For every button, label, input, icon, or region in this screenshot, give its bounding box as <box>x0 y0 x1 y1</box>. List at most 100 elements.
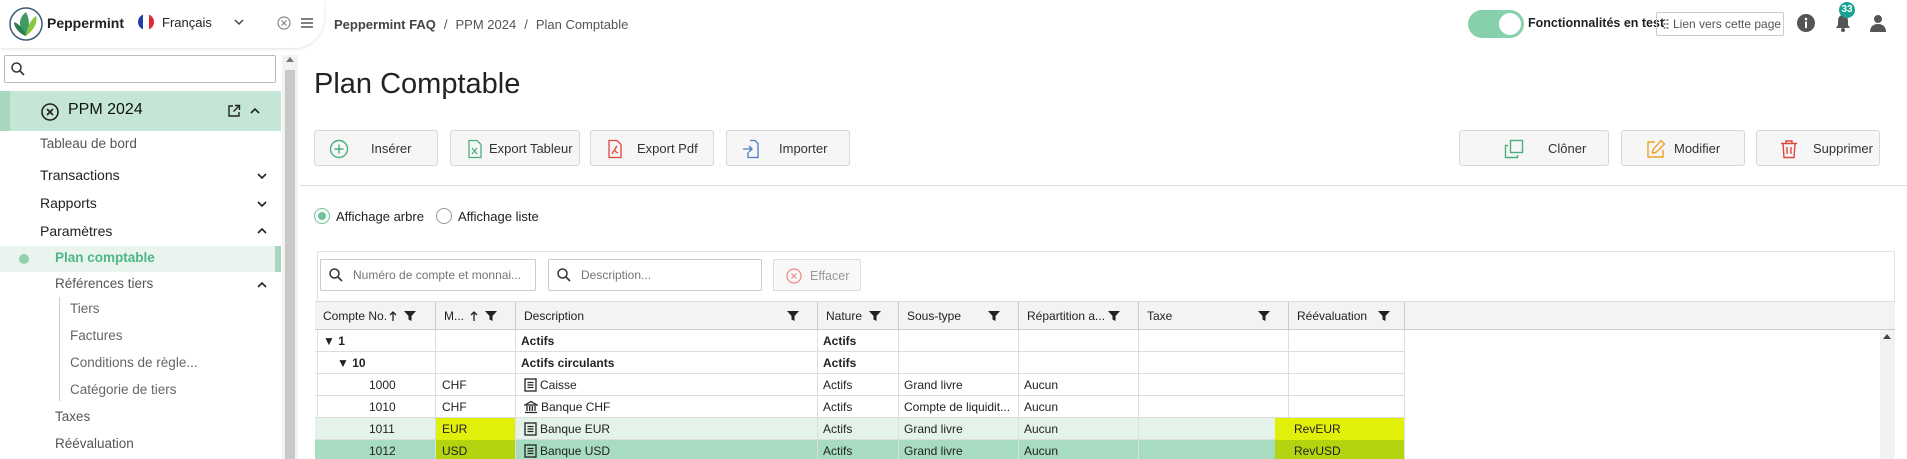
list-view-label[interactable]: Affichage liste <box>458 209 539 224</box>
currency-cell <box>436 330 516 352</box>
filter-icon[interactable] <box>403 310 417 322</box>
chevron-down-icon[interactable] <box>256 198 268 210</box>
sidebar-item-reports[interactable]: Rapports <box>40 195 97 211</box>
chevron-up-icon[interactable] <box>256 225 268 237</box>
grid-scrollbar[interactable] <box>1880 330 1895 459</box>
sidebar-item-transactions[interactable]: Transactions <box>40 167 120 183</box>
sidebar-scrollbar[interactable] <box>282 55 298 459</box>
sidebar-item-chart-of-accounts[interactable]: Plan comptable <box>55 250 155 265</box>
filter-icon[interactable] <box>987 310 1001 322</box>
filter-icon[interactable] <box>868 310 882 322</box>
delete-label: Supprimer <box>1813 141 1873 156</box>
description-filter[interactable] <box>548 259 762 291</box>
expand-arrow-icon[interactable]: ▼ <box>323 334 335 348</box>
column-header-tax[interactable]: Taxe <box>1139 302 1289 330</box>
sidebar-item-third-parties[interactable]: Tiers <box>70 301 100 316</box>
account-cell: 1010 <box>315 396 436 418</box>
sidebar-item-taxes[interactable]: Taxes <box>55 409 90 424</box>
feature-toggle[interactable] <box>1468 10 1524 38</box>
import-label: Importer <box>779 141 828 156</box>
table-row[interactable]: 1011 EUR Banque EUR Actifs Grand livre A… <box>315 418 1405 440</box>
modify-button[interactable]: Modifier <box>1621 130 1745 166</box>
revaluation-cell: RevEUR <box>1275 418 1405 440</box>
scrollbar-thumb[interactable] <box>285 70 295 459</box>
tax-cell <box>1139 396 1289 418</box>
filter-icon[interactable] <box>484 310 498 322</box>
account-filter-input[interactable] <box>353 264 531 286</box>
delete-button[interactable]: Supprimer <box>1756 130 1880 166</box>
sidebar-item-invoices[interactable]: Factures <box>70 328 123 343</box>
chevron-down-icon <box>234 19 244 26</box>
sidebar-item-revaluation[interactable]: Réévaluation <box>55 436 134 451</box>
tree-view-radio[interactable] <box>314 208 330 224</box>
close-circle-icon[interactable] <box>276 15 292 31</box>
page-title: Plan Comptable <box>314 68 521 100</box>
column-header-currency[interactable]: M... <box>436 302 516 330</box>
export-pdf-button[interactable]: Export Pdf <box>590 130 714 166</box>
app-header: Peppermint Français <box>0 0 324 48</box>
sidebar-item-third-party-category[interactable]: Catégorie de tiers <box>70 382 177 397</box>
column-header-allocation[interactable]: Répartition a... <box>1019 302 1139 330</box>
table-row[interactable]: ▼ 10 Actifs circulants Actifs <box>315 352 1405 374</box>
edit-icon <box>1647 139 1666 158</box>
sidebar-item-third-party-refs[interactable]: Références tiers <box>55 276 153 291</box>
sort-up-icon[interactable] <box>470 310 478 322</box>
bank-icon <box>524 400 538 414</box>
nature-cell: Actifs <box>818 418 899 440</box>
column-header-description[interactable]: Description <box>516 302 818 330</box>
filter-icon[interactable] <box>1377 310 1391 322</box>
breadcrumb-item[interactable]: Peppermint FAQ <box>334 17 436 32</box>
currency-cell: EUR <box>436 418 516 440</box>
description-filter-input[interactable] <box>581 264 757 286</box>
sidebar-item-payment-terms[interactable]: Conditions de règle... <box>70 355 198 370</box>
chevron-up-icon[interactable] <box>249 105 261 117</box>
expand-arrow-icon[interactable]: ▼ <box>337 356 349 370</box>
allocation-cell: Aucun <box>1019 374 1139 396</box>
tax-cell <box>1139 352 1289 374</box>
breadcrumb-separator: / <box>443 17 448 32</box>
table-row[interactable]: ▼ 1 Actifs Actifs <box>315 330 1405 352</box>
table-row-selected[interactable]: 1012 USD Banque USD Actifs Grand livre A… <box>315 440 1405 459</box>
tree-view-label[interactable]: Affichage arbre <box>336 209 424 224</box>
info-icon[interactable] <box>1796 13 1816 33</box>
menu-icon[interactable] <box>299 15 315 31</box>
column-header-nature[interactable]: Nature <box>818 302 899 330</box>
column-header-revaluation[interactable]: Réévaluation <box>1289 302 1405 330</box>
chevron-up-icon[interactable] <box>256 279 268 291</box>
close-project-icon[interactable] <box>40 102 60 122</box>
sidebar-search-input[interactable] <box>29 58 269 80</box>
sidebar-search[interactable] <box>4 55 276 83</box>
project-header[interactable]: PPM 2024 <box>0 91 281 131</box>
sidebar-item-settings[interactable]: Paramètres <box>40 223 112 239</box>
table-row[interactable]: 1000 CHF Caisse Actifs Grand livre Aucun <box>315 374 1405 396</box>
account-filter[interactable] <box>320 259 536 291</box>
page-link-button[interactable]: Lien vers cette page <box>1656 12 1784 36</box>
scroll-up-arrow-icon[interactable] <box>1883 334 1891 339</box>
language-selector[interactable]: Français <box>138 14 244 30</box>
filter-icon[interactable] <box>786 310 800 322</box>
clone-button[interactable]: Clôner <box>1459 130 1609 166</box>
subtype-cell: Grand livre <box>899 418 1019 440</box>
account-cell: 1012 <box>315 440 436 459</box>
export-sheet-button[interactable]: Export Tableur <box>450 130 580 166</box>
import-button[interactable]: Importer <box>726 130 850 166</box>
chevron-down-icon[interactable] <box>256 170 268 182</box>
sort-up-icon[interactable] <box>389 310 397 322</box>
user-avatar-icon[interactable] <box>1868 13 1888 33</box>
column-header-account[interactable]: Compte No. <box>315 302 436 330</box>
list-view-radio[interactable] <box>436 208 452 224</box>
external-link-icon[interactable] <box>227 104 241 118</box>
revaluation-cell <box>1289 352 1405 374</box>
insert-button[interactable]: Insérer <box>314 130 438 166</box>
filter-icon[interactable] <box>1107 310 1121 322</box>
breadcrumb-item[interactable]: PPM 2024 <box>455 17 516 32</box>
peppermint-logo-icon[interactable] <box>8 6 44 42</box>
clear-filters-button[interactable]: Effacer <box>773 259 861 291</box>
allocation-cell: Aucun <box>1019 396 1139 418</box>
scroll-up-arrow-icon[interactable] <box>286 57 294 62</box>
table-row[interactable]: 1010 CHF Banque CHF Actifs Compte de liq… <box>315 396 1405 418</box>
filter-icon[interactable] <box>1257 310 1271 322</box>
notification-count-badge: 33 <box>1839 2 1855 18</box>
column-header-subtype[interactable]: Sous-type <box>899 302 1019 330</box>
sidebar-item-dashboard[interactable]: Tableau de bord <box>40 136 137 151</box>
